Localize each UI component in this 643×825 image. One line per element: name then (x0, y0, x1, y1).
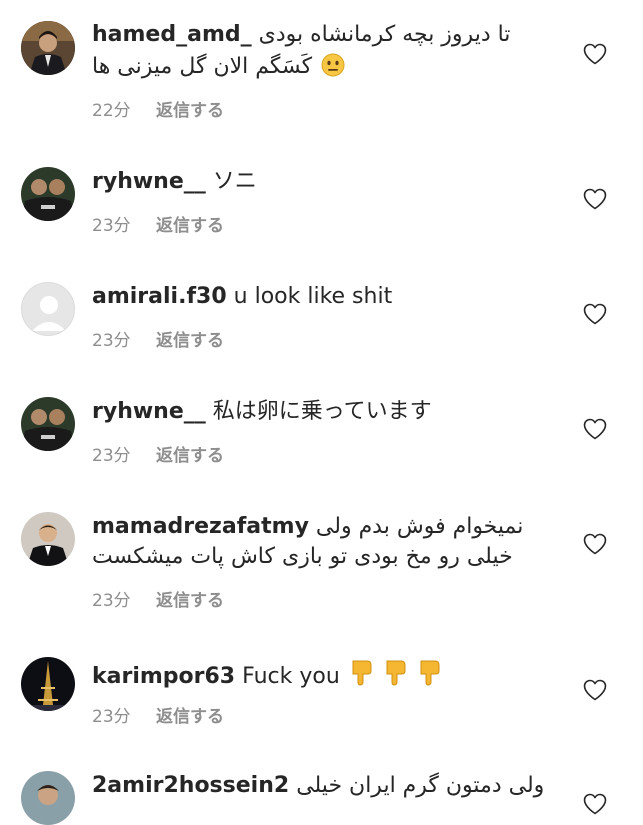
like-heart-icon[interactable] (583, 793, 607, 815)
comment-username[interactable]: ryhwne__ (92, 169, 206, 194)
neutral-face-emoji-icon (321, 53, 345, 86)
avatar[interactable] (21, 512, 75, 566)
comment-meta: 23分 返信する (92, 702, 224, 727)
like-heart-icon[interactable] (583, 43, 607, 65)
comment-meta: 23分 返信する (92, 441, 224, 466)
comment-content: ryhwne__ ソニ (92, 167, 562, 197)
comment-username[interactable]: karimpor63 (92, 664, 235, 689)
comment-meta: 23分 返信する (92, 586, 224, 611)
comment-content: amirali.f30 u look like shit (92, 282, 562, 312)
comment-meta: 23分 返信する (92, 211, 224, 236)
comment-text: تا دیروز بچه کرمانشاه بودی (258, 22, 511, 47)
avatar-placeholder[interactable] (21, 282, 75, 336)
like-heart-icon[interactable] (583, 188, 607, 210)
comment-text: u look like shit (233, 284, 393, 309)
reply-button[interactable]: 返信する (156, 446, 224, 466)
comment-timestamp: 23分 (92, 707, 131, 727)
avatar[interactable] (21, 771, 75, 825)
like-heart-icon[interactable] (583, 679, 607, 701)
like-heart-icon[interactable] (583, 303, 607, 325)
reply-button[interactable]: 返信する (156, 591, 224, 611)
like-heart-icon[interactable] (583, 418, 607, 440)
avatar[interactable] (21, 397, 75, 451)
comment-text: Fuck you (242, 664, 340, 689)
comment-content: ryhwne__ 私は卵に乗っています (92, 397, 562, 427)
comment-timestamp: 23分 (92, 446, 131, 466)
comment-text: ソニ (212, 169, 257, 194)
reply-button[interactable]: 返信する (156, 707, 224, 727)
avatar[interactable] (21, 21, 75, 75)
comment-username[interactable]: 2amir2hossein2 (92, 773, 289, 798)
comment-text: نمیخوام فوش بدم ولی (315, 514, 524, 539)
reply-button[interactable]: 返信する (156, 216, 224, 236)
reply-button[interactable]: 返信する (156, 331, 224, 351)
comment-timestamp: 22分 (92, 101, 131, 121)
comment-content: karimpor63 Fuck you (92, 657, 562, 696)
comment-content: 2amir2hossein2 ولی دمتون گرم ایران خیلی (92, 771, 562, 801)
avatar[interactable] (21, 167, 75, 221)
comment-text: 私は卵に乗っています (212, 399, 432, 424)
like-heart-icon[interactable] (583, 533, 607, 555)
comment-meta: 22分 返信する (92, 96, 224, 121)
comment-text: ولی دمتون گرم ایران خیلی (296, 773, 545, 798)
comment-content: hamed_amd_ تا دیروز بچه کرمانشاه بودی کَ… (92, 20, 562, 86)
comment-timestamp: 23分 (92, 591, 131, 611)
comment-username[interactable]: ryhwne__ (92, 399, 206, 424)
comment-timestamp: 23分 (92, 331, 131, 351)
thumbs-down-emoji-icon (349, 657, 447, 696)
avatar[interactable] (21, 657, 75, 711)
comment-username[interactable]: amirali.f30 (92, 284, 227, 309)
comment-text: کَسَگم الان گل میزنی ها (92, 54, 313, 79)
reply-button[interactable]: 返信する (156, 101, 224, 121)
comment-username[interactable]: hamed_amd_ (92, 22, 252, 47)
comment-timestamp: 23分 (92, 216, 131, 236)
comment-meta: 23分 返信する (92, 326, 224, 351)
comment-username[interactable]: mamadrezafatmy (92, 514, 309, 539)
comment-text: خیلی رو مخ بودی تو بازی کاش پات میشکست (92, 544, 513, 569)
comment-content: mamadrezafatmy نمیخوام فوش بدم ولی خیلی … (92, 512, 562, 572)
